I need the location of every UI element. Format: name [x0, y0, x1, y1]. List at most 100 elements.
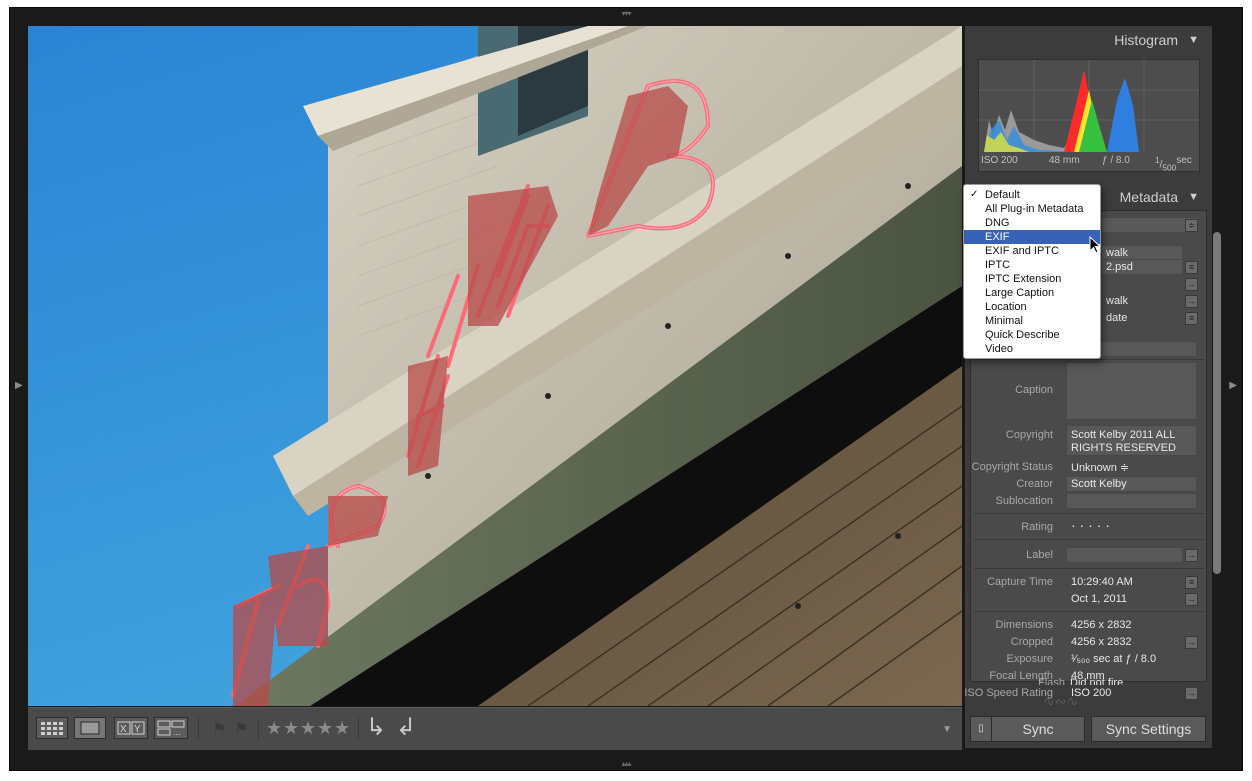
dimensions-label: Dimensions: [995, 619, 1053, 631]
capture-time-value: 10:29:40 AM: [1071, 576, 1133, 588]
label-field[interactable]: [1066, 547, 1183, 563]
dropdown-item-all-plugin[interactable]: All Plug-in Metadata: [964, 202, 1100, 216]
left-panel-toggle-icon[interactable]: ▶: [15, 380, 23, 391]
toolbar-separator: [258, 718, 259, 740]
goto-arrow-icon[interactable]: →: [1185, 549, 1198, 562]
copyright-label: Copyright: [1005, 429, 1053, 441]
rating-label: Rating: [1021, 521, 1053, 533]
exposure-value: ¹⁄₅₀₀ sec at ƒ / 8.0: [1071, 653, 1157, 665]
dropdown-item-label: Default: [985, 189, 1020, 201]
histogram-header[interactable]: Histogram: [1114, 32, 1178, 48]
creator-label: Creator: [1016, 478, 1053, 490]
toolbar-content-menu-icon[interactable]: ▼: [942, 724, 952, 735]
right-panel: Histogram ▼ ISO 200 48 mm ƒ / 8.0 1/500 …: [964, 26, 1212, 748]
collapse-triangle-icon[interactable]: ▼: [1188, 191, 1199, 203]
panel-scrollbar[interactable]: [1213, 232, 1221, 574]
star-rating-icon[interactable]: ★: [283, 719, 299, 737]
histogram-shutter: 1/500 sec: [1155, 155, 1192, 173]
dropdown-item-exif[interactable]: EXIF: [964, 230, 1100, 244]
histogram-focal: 48 mm: [1049, 155, 1080, 166]
survey-view-icon[interactable]: ...: [154, 717, 188, 739]
histogram-info: ISO 200 48 mm ƒ / 8.0 1/500 sec: [979, 155, 1201, 173]
star-rating-icon[interactable]: ★: [266, 719, 282, 737]
flag-reject-icon[interactable]: ⚑: [234, 719, 248, 739]
dropdown-item-location[interactable]: Location: [964, 300, 1100, 314]
goto-arrow-icon[interactable]: →: [1185, 593, 1198, 606]
goto-arrow-icon[interactable]: →: [1185, 636, 1198, 649]
right-panel-toggle-icon[interactable]: ▶: [1229, 380, 1237, 391]
svg-text:X: X: [120, 724, 127, 735]
shutter-numerator: 1: [1155, 155, 1160, 165]
creator-value: Scott Kelby: [1071, 478, 1127, 490]
dropdown-item-exif-iptc[interactable]: EXIF and IPTC: [964, 244, 1100, 258]
goto-arrow-icon[interactable]: →: [1185, 295, 1198, 308]
bottom-panel-toggle[interactable]: ▴▴▴: [621, 760, 631, 768]
grid-view-icon[interactable]: [36, 717, 68, 739]
iso-label: ISO Speed Rating: [964, 687, 1053, 699]
dropdown-item-video[interactable]: Video: [964, 342, 1100, 356]
divider: [974, 539, 1204, 540]
mouse-pointer-icon: [1089, 236, 1102, 254]
divider: [974, 568, 1204, 569]
divider: [974, 611, 1204, 612]
histogram-iso: ISO 200: [981, 155, 1018, 166]
svg-text:Y: Y: [134, 724, 141, 735]
shutter-denominator: 500: [1162, 162, 1177, 173]
list-icon[interactable]: ≡: [1185, 261, 1198, 274]
histogram-svg: [979, 60, 1199, 152]
flash-value: Did not fire: [1070, 677, 1124, 685]
compare-view-icon[interactable]: XY: [114, 717, 148, 739]
metadata-preset-dropdown[interactable]: ✓ Default All Plug-in Metadata DNG EXIF E…: [963, 184, 1101, 359]
cropped-value: 4256 x 2832: [1071, 636, 1132, 648]
auto-sync-switch-icon[interactable]: ▯: [970, 716, 992, 742]
list-icon[interactable]: ≡: [1185, 312, 1198, 325]
panel-end-ornament-icon: ∿∾∿: [1043, 693, 1079, 709]
preset-select[interactable]: [1101, 217, 1198, 233]
collapse-triangle-icon[interactable]: ▼: [1188, 34, 1199, 46]
sync-settings-button[interactable]: Sync Settings: [1091, 716, 1206, 742]
dropdown-item-quick-describe[interactable]: Quick Describe: [964, 328, 1100, 342]
loupe-view-icon[interactable]: [74, 717, 106, 739]
svg-text:...: ...: [173, 727, 181, 737]
star-rating-icon[interactable]: ★: [300, 719, 316, 737]
star-rating-icon[interactable]: ★: [334, 719, 350, 737]
histogram-aperture: ƒ / 8.0: [1102, 155, 1130, 166]
list-icon[interactable]: ≡: [1185, 576, 1198, 589]
caption-field[interactable]: [1066, 362, 1197, 420]
copy-name-value: walk: [1106, 295, 1129, 307]
capture-date-value: Oct 1, 2011: [1071, 593, 1128, 605]
goto-arrow-icon[interactable]: →: [1185, 278, 1198, 291]
rotate-right-icon[interactable]: ↲: [396, 716, 416, 740]
toolbar-separator: [358, 718, 359, 740]
filename-value: 2.psd: [1106, 261, 1133, 273]
capture-time-label: Capture Time: [986, 576, 1053, 588]
rating-dots[interactable]: · · · · ·: [1071, 517, 1110, 533]
filmstrip-toolbar: XY ... ⚑ ⚑ ★ ★ ★ ★ ★ ↳ ↲ ▼: [28, 707, 962, 750]
sublocation-field[interactable]: [1066, 493, 1197, 509]
flag-pick-icon[interactable]: ⚑: [212, 719, 226, 739]
divider: [974, 513, 1204, 514]
dropdown-item-minimal[interactable]: Minimal: [964, 314, 1100, 328]
star-rating-icon[interactable]: ★: [317, 719, 333, 737]
loupe-photo[interactable]: [28, 26, 962, 706]
exposure-label: Exposure: [1006, 653, 1053, 665]
dropdown-item-default[interactable]: ✓ Default: [964, 188, 1100, 202]
divider: [974, 359, 1204, 360]
sync-button[interactable]: Sync: [991, 716, 1085, 742]
metadata-header[interactable]: Metadata: [1120, 189, 1178, 205]
select-arrows-icon[interactable]: ≑: [1185, 219, 1198, 232]
dropdown-item-large-caption[interactable]: Large Caption: [964, 286, 1100, 300]
copyright-status-select[interactable]: Unknown ≑: [1071, 461, 1129, 474]
top-panel-toggle[interactable]: ▾▾▾: [621, 10, 631, 18]
dropdown-item-iptc-extension[interactable]: IPTC Extension: [964, 272, 1100, 286]
checkmark-icon: ✓: [970, 189, 979, 200]
histogram-graph: ISO 200 48 mm ƒ / 8.0 1/500 sec: [978, 59, 1200, 172]
status-value: date: [1106, 312, 1128, 324]
sublocation-label: Sublocation: [995, 495, 1054, 507]
goto-arrow-icon[interactable]: →: [1185, 687, 1198, 700]
dropdown-item-iptc[interactable]: IPTC: [964, 258, 1100, 272]
toolbar-separator: [198, 718, 199, 740]
copyright-status-label: Copyright Status: [971, 461, 1053, 473]
dropdown-item-dng[interactable]: DNG: [964, 216, 1100, 230]
rotate-left-icon[interactable]: ↳: [366, 716, 386, 740]
